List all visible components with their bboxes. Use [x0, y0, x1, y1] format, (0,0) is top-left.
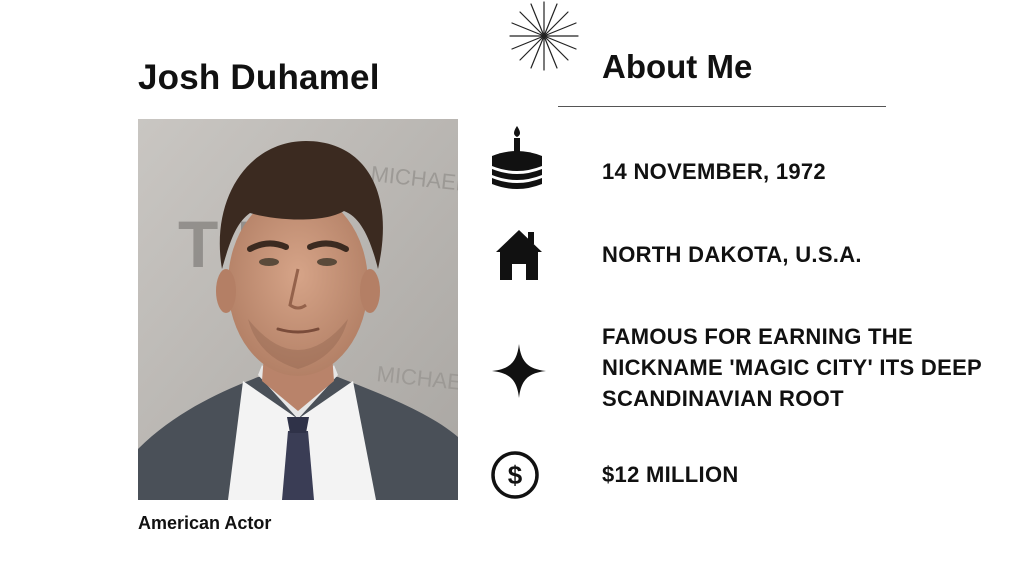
portrait-photo: MICHAEL BA T F O MICHAEL BA	[138, 119, 458, 500]
starburst-icon	[508, 0, 580, 72]
person-name: Josh Duhamel	[138, 58, 380, 97]
dollar-circle-icon: $	[490, 450, 540, 500]
fact-birthplace: NORTH DAKOTA, U.S.A.	[602, 242, 862, 267]
house-icon	[494, 228, 544, 282]
fact-net-worth: $12 MILLION	[602, 462, 739, 487]
about-me-heading: About Me	[602, 48, 753, 85]
heading-divider	[558, 106, 886, 107]
sparkle-star-icon	[492, 344, 546, 398]
fact-birthdate: 14 NOVEMBER, 1972	[602, 159, 826, 184]
person-caption: American Actor	[138, 513, 272, 533]
fact-famous-for: FAMOUS FOR EARNING THE NICKNAME 'MAGIC C…	[602, 324, 982, 411]
birthday-cake-icon	[488, 126, 546, 190]
svg-text:$: $	[508, 460, 523, 490]
